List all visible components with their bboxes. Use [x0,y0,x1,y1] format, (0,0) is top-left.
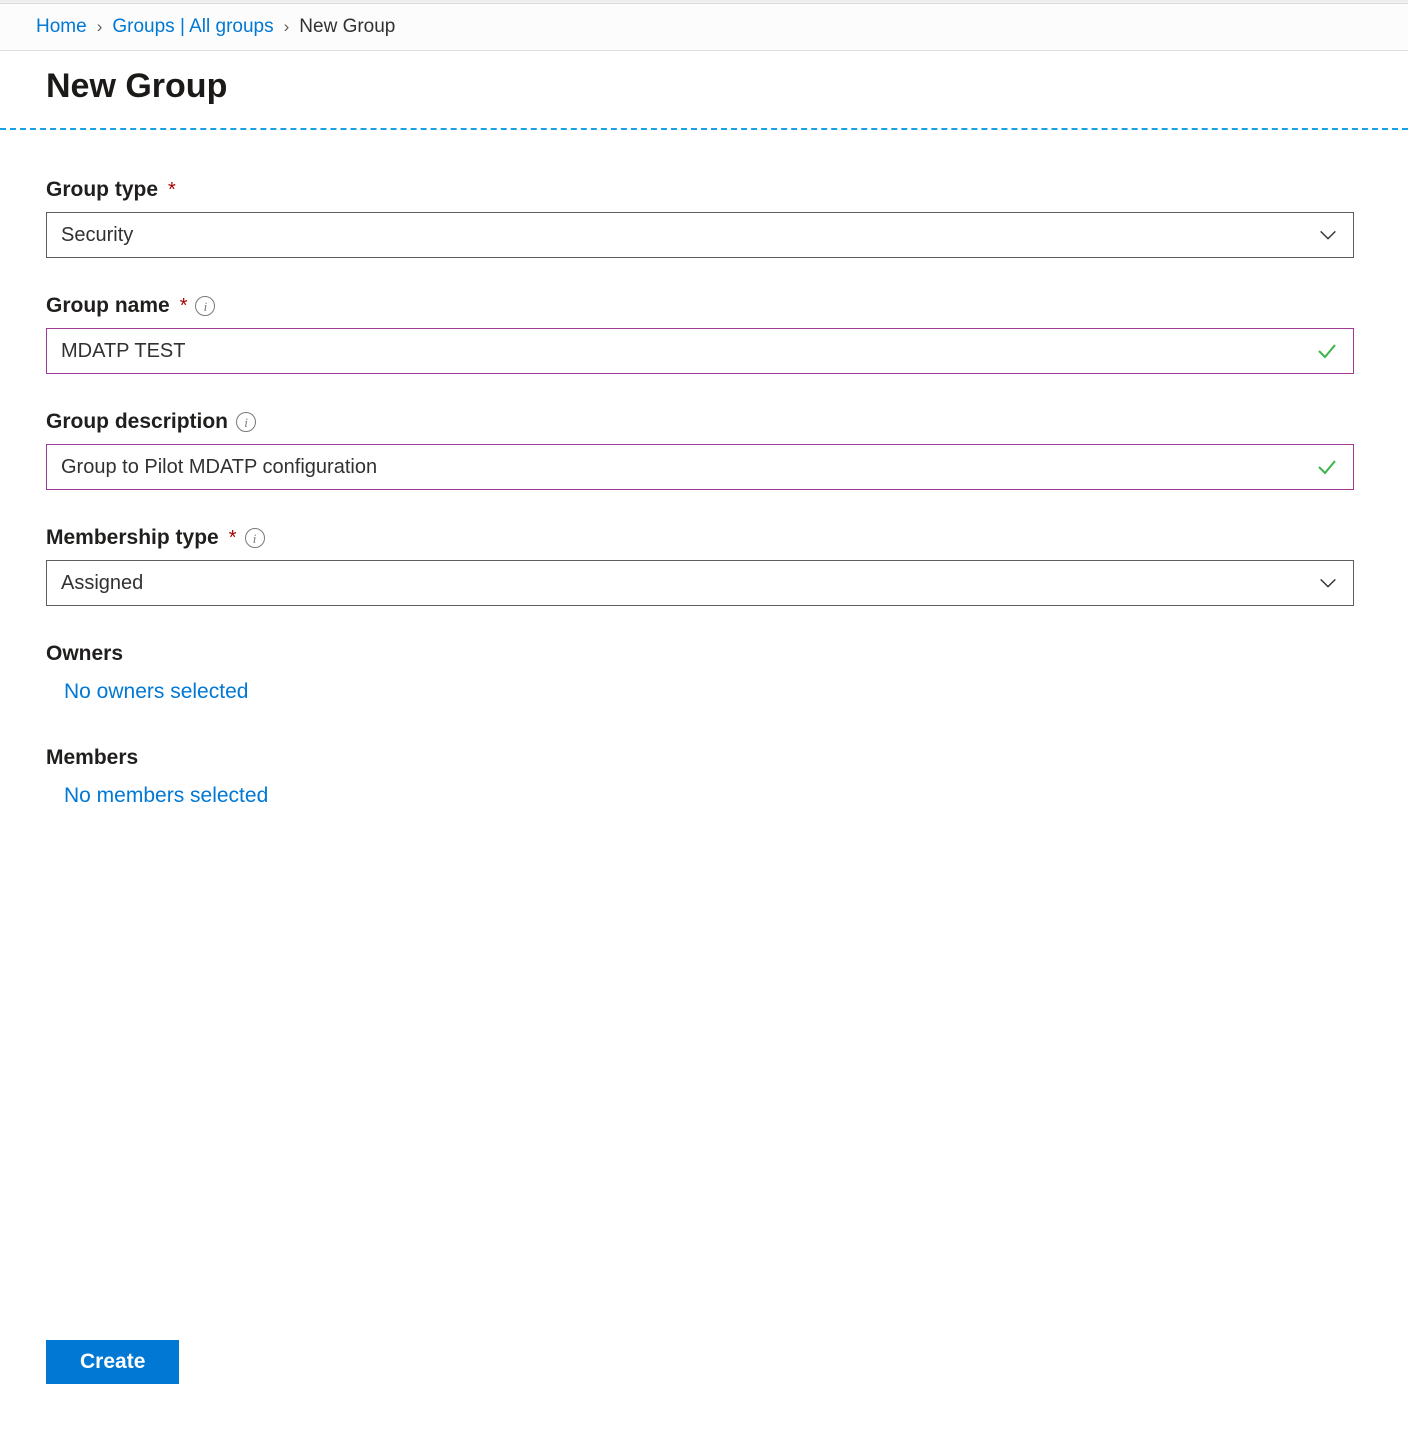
members-heading: Members [46,746,1362,770]
group-type-select[interactable]: Security [46,212,1354,258]
create-button[interactable]: Create [46,1340,179,1384]
breadcrumb-groups[interactable]: Groups | All groups [112,16,273,38]
page-title-region: New Group [0,51,1408,130]
field-label-row: Group name * i [46,294,1362,318]
group-name-label: Group name [46,294,170,318]
group-name-input[interactable]: MDATP TEST [46,328,1354,374]
owners-select-link[interactable]: No owners selected [46,680,1362,704]
checkmark-icon [1315,339,1339,363]
field-label-row: Group description i [46,410,1362,434]
field-group-type: Group type * Security [46,178,1362,258]
chevron-down-icon [1317,224,1339,246]
required-star-icon: * [168,179,176,202]
required-star-icon: * [180,295,188,318]
page-title: New Group [46,67,1372,106]
chevron-right-icon: › [97,17,103,37]
owners-section: Owners No owners selected [46,642,1362,704]
checkmark-icon [1315,455,1339,479]
members-select-link[interactable]: No members selected [46,784,1362,808]
group-name-value: MDATP TEST [61,340,1315,363]
members-section: Members No members selected [46,746,1362,808]
membership-type-value: Assigned [61,572,1317,595]
field-label-row: Membership type * i [46,526,1362,550]
membership-type-select[interactable]: Assigned [46,560,1354,606]
field-group-name: Group name * i MDATP TEST [46,294,1362,374]
field-label-row: Group type * [46,178,1362,202]
info-icon[interactable]: i [245,528,265,548]
required-star-icon: * [229,527,237,550]
membership-type-label: Membership type [46,526,219,550]
chevron-right-icon: › [284,17,290,37]
field-group-description: Group description i Group to Pilot MDATP… [46,410,1362,490]
group-description-input[interactable]: Group to Pilot MDATP configuration [46,444,1354,490]
info-icon[interactable]: i [195,296,215,316]
footer: Create [0,1302,1408,1430]
group-description-label: Group description [46,410,228,434]
breadcrumb: Home › Groups | All groups › New Group [0,4,1408,51]
group-type-label: Group type [46,178,158,202]
group-type-value: Security [61,224,1317,247]
chevron-down-icon [1317,572,1339,594]
owners-heading: Owners [46,642,1362,666]
form-area: Group type * Security Group name * i MDA… [0,130,1408,808]
breadcrumb-home[interactable]: Home [36,16,87,38]
breadcrumb-current: New Group [299,16,395,38]
group-description-value: Group to Pilot MDATP configuration [61,456,1315,479]
field-membership-type: Membership type * i Assigned [46,526,1362,606]
info-icon[interactable]: i [236,412,256,432]
